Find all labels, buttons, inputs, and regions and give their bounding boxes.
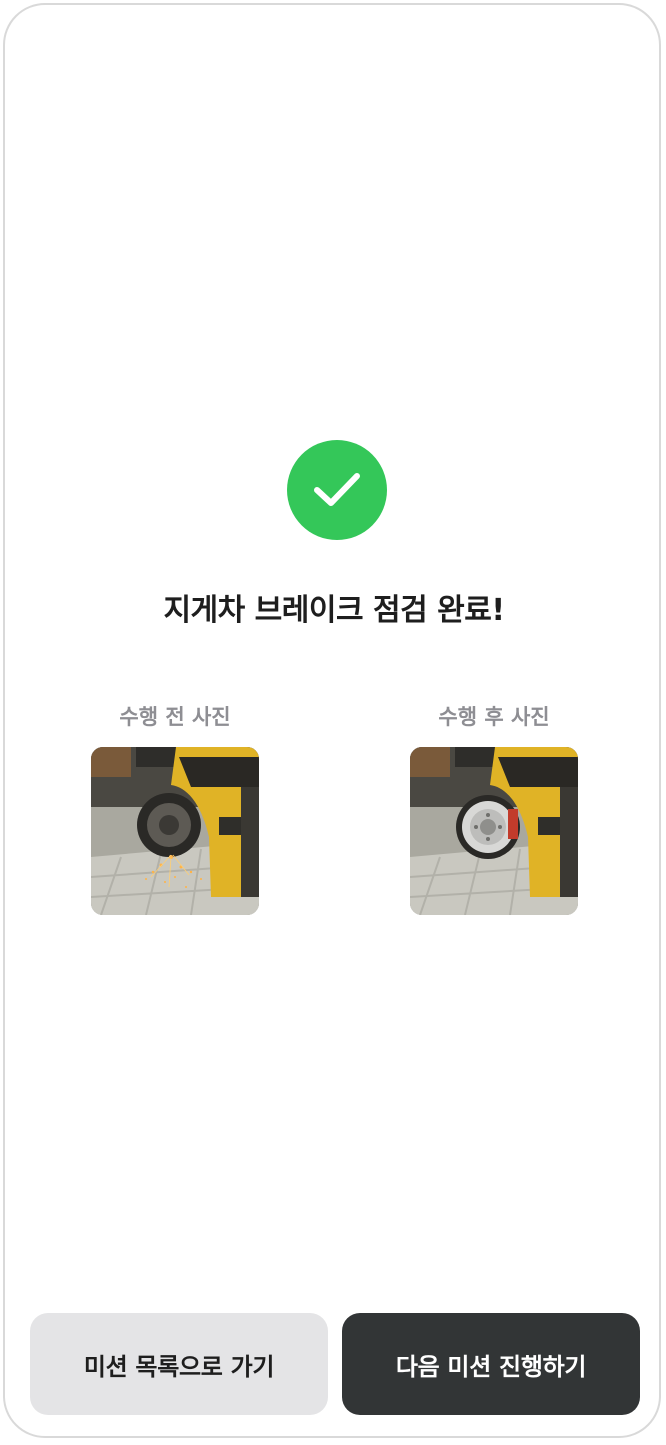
before-photo-section: 수행 전 사진 [91, 701, 259, 915]
after-photo[interactable] [410, 747, 578, 915]
completion-title: 지게차 브레이크 점검 완료! [163, 593, 505, 628]
after-photo-section: 수행 후 사진 [410, 701, 578, 915]
after-photo-label: 수행 후 사진 [438, 705, 550, 729]
app-screen: 지게차 브레이크 점검 완료! 수행 전 사진 수행 후 사진 미션 목록으로 … [3, 3, 661, 1438]
before-photo-label: 수행 전 사진 [119, 705, 231, 729]
back-to-mission-list-button[interactable]: 미션 목록으로 가기 [30, 1313, 328, 1415]
next-mission-button[interactable]: 다음 미션 진행하기 [342, 1313, 640, 1415]
success-check-icon [287, 440, 387, 540]
before-photo[interactable] [91, 747, 259, 915]
